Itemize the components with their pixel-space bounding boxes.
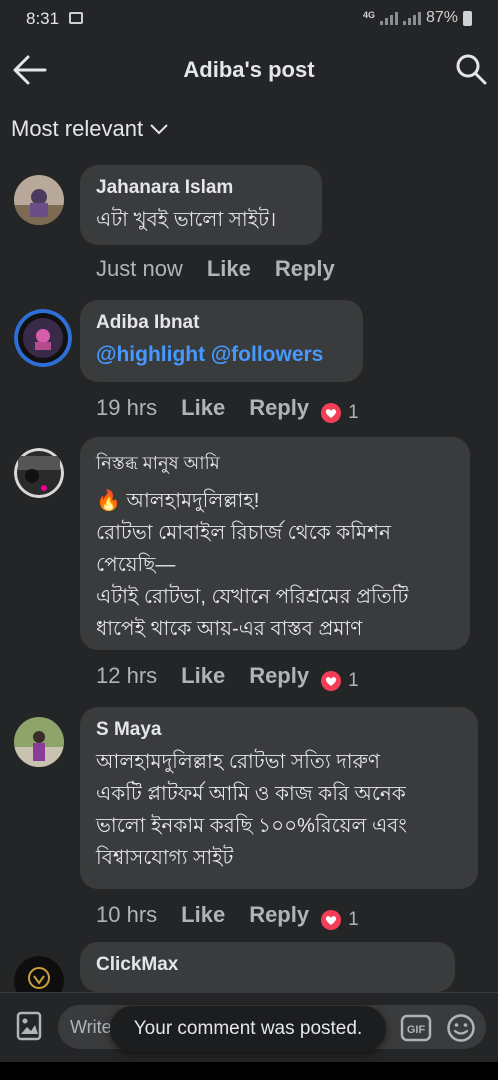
comment-text-line: ভালো ইনকাম করছি ১০০%রিয়েল এবং [96, 815, 407, 837]
signal-icon-2 [402, 11, 421, 25]
gallery-notification-icon [69, 12, 83, 24]
comment-text-line: একটি প্লাটফর্ম আমি ও কাজ করি অনেক [96, 783, 406, 805]
avatar[interactable] [14, 717, 64, 767]
fire-emoji: 🔥 [96, 490, 121, 512]
reply-button[interactable]: Reply [249, 395, 309, 421]
status-bar: 8:31 4G 87% [0, 0, 498, 40]
mention-link[interactable]: @highlight [96, 343, 205, 366]
comment-text-line: বিশ্বাসযোগ্য সাইট [96, 847, 234, 869]
page-title: Adiba's post [183, 57, 315, 82]
heart-icon [321, 671, 342, 691]
svg-text:GIF: GIF [407, 1024, 426, 1036]
battery-percent: 87% [425, 9, 458, 26]
comment-text-line: আলহামদুলিল্লাহ রোটভা সত্যি দারুণ [96, 751, 380, 773]
reply-button[interactable]: Reply [249, 902, 309, 928]
emoji-icon[interactable] [446, 1013, 476, 1048]
chevron-down-icon [150, 124, 168, 135]
reaction-count[interactable]: 1 [321, 670, 359, 692]
reply-button[interactable]: Reply [249, 663, 309, 689]
comment-bubble[interactable]: S Maya আলহামদুলিল্লাহ রোটভা সত্যি দারুণ … [80, 707, 478, 889]
sort-label: Most relevant [11, 116, 144, 141]
comment-text: এটা খুবই ভালো সাইট। [96, 209, 277, 231]
comment-actions: 19 hrs Like Reply 1 [96, 392, 359, 424]
photo-icon[interactable] [16, 1011, 42, 1046]
comment-text-line: ধাপেই থাকে আয়-এর বাস্তব প্রমাণ [96, 618, 363, 640]
comment-actions: 12 hrs Like Reply 1 [96, 660, 359, 692]
comment-bubble[interactable]: Jahanara Islam এটা খুবই ভালো সাইট। [80, 165, 322, 245]
comment-placeholder: Write [70, 1017, 112, 1037]
comment-text-line: আলহামদুলিল্লাহ! [126, 490, 260, 512]
avatar[interactable] [14, 309, 72, 367]
system-nav-bar [0, 1062, 498, 1080]
comment-text-line: এটাই রোটভা, যেখানে পরিশ্রমের প্রতিটি [96, 586, 409, 608]
gif-icon[interactable]: GIF [400, 1014, 432, 1047]
comment-text-line: রোটভা মোবাইল রিচার্জ থেকে কমিশন [96, 522, 391, 544]
top-bar: Adiba's post [0, 40, 498, 100]
like-button[interactable]: Like [181, 902, 225, 928]
comment-author[interactable]: Adiba Ibnat [96, 312, 347, 334]
comment-author[interactable]: নিস্তব্ধ মানুষ আমি [96, 449, 454, 480]
like-button[interactable]: Like [181, 663, 225, 689]
heart-icon [321, 910, 342, 930]
battery-icon [463, 10, 472, 26]
comment-actions: 10 hrs Like Reply 1 [96, 899, 359, 931]
like-button[interactable]: Like [181, 395, 225, 421]
network-type: 4G [362, 10, 375, 20]
comment-bubble[interactable]: Adiba Ibnat @highlight @followers [80, 300, 363, 382]
heart-icon [321, 403, 342, 423]
comment-actions: Just now Like Reply [96, 256, 335, 282]
comment-author[interactable]: Jahanara Islam [96, 177, 306, 199]
reaction-count[interactable]: 1 [321, 402, 359, 424]
avatar[interactable] [14, 175, 64, 225]
comment-time: Just now [96, 256, 183, 281]
comment-time: 19 hrs [96, 395, 158, 420]
comment-time: 12 hrs [96, 663, 158, 688]
status-time: 8:31 [26, 9, 60, 28]
avatar[interactable] [14, 448, 64, 498]
search-icon[interactable] [454, 52, 488, 86]
comment-time: 10 hrs [96, 902, 158, 927]
toast-message: Your comment was posted. [110, 1006, 386, 1052]
comment-bubble[interactable]: নিস্তব্ধ মানুষ আমি 🔥 আলহামদুলিল্লাহ! রোট… [80, 437, 470, 650]
sort-dropdown[interactable]: Most relevant [11, 116, 169, 142]
comment-bubble[interactable]: ClickMax [80, 942, 455, 992]
signal-icon [379, 11, 398, 25]
reaction-count[interactable]: 1 [321, 909, 359, 931]
status-right: 4G 87% [363, 9, 472, 27]
mention-link[interactable]: @followers [211, 343, 324, 366]
comment-text-line: পেয়েছি— [96, 554, 176, 576]
comment-author[interactable]: ClickMax [96, 954, 439, 976]
like-button[interactable]: Like [207, 256, 251, 282]
comment-author[interactable]: S Maya [96, 719, 462, 741]
reply-button[interactable]: Reply [275, 256, 335, 282]
